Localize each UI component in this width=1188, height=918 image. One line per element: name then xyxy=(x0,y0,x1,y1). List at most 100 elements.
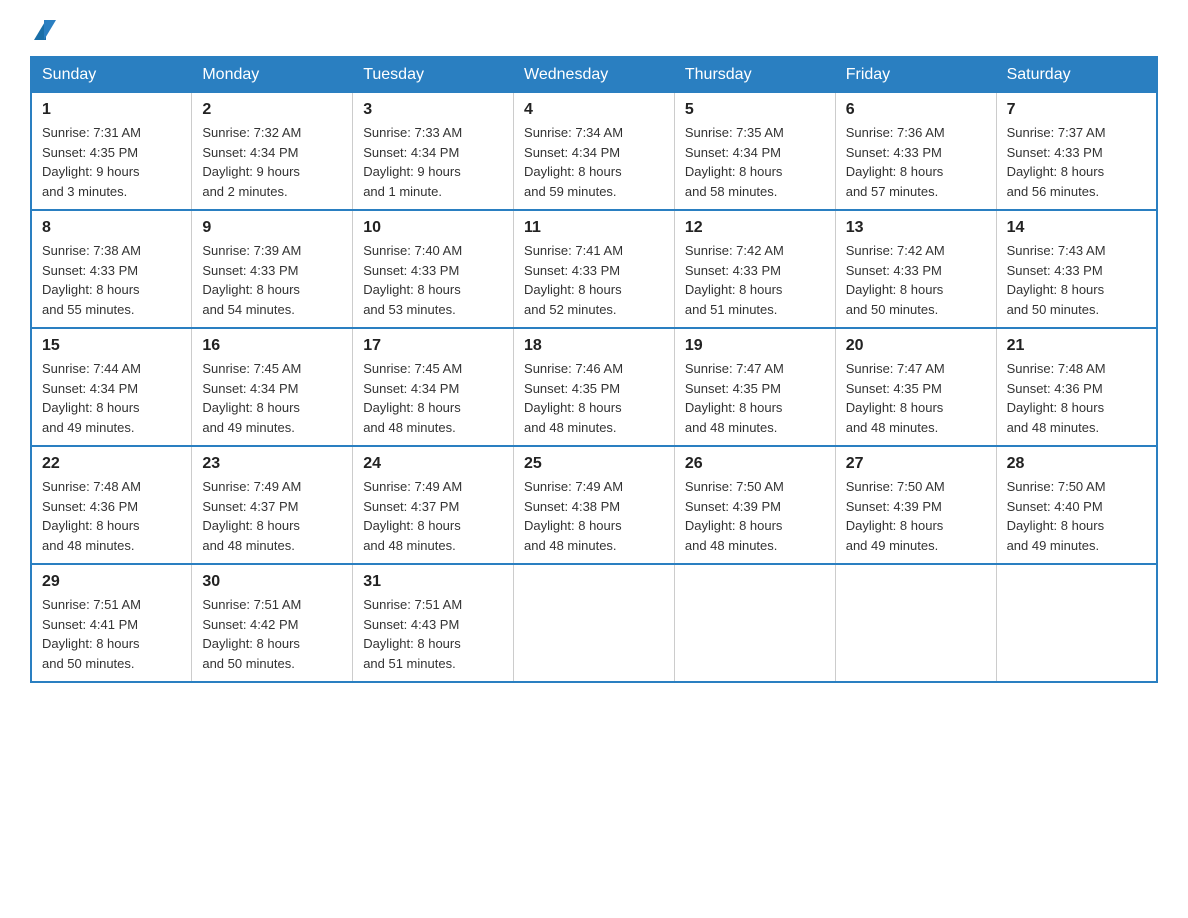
calendar-cell: 5 Sunrise: 7:35 AMSunset: 4:34 PMDayligh… xyxy=(674,93,835,211)
day-info: Sunrise: 7:51 AMSunset: 4:42 PMDaylight:… xyxy=(202,595,342,673)
calendar-cell: 6 Sunrise: 7:36 AMSunset: 4:33 PMDayligh… xyxy=(835,93,996,211)
calendar-cell: 11 Sunrise: 7:41 AMSunset: 4:33 PMDaylig… xyxy=(514,210,675,328)
day-info: Sunrise: 7:38 AMSunset: 4:33 PMDaylight:… xyxy=(42,241,181,319)
day-info: Sunrise: 7:42 AMSunset: 4:33 PMDaylight:… xyxy=(685,241,825,319)
calendar-cell: 4 Sunrise: 7:34 AMSunset: 4:34 PMDayligh… xyxy=(514,93,675,211)
day-number: 6 xyxy=(846,101,986,119)
day-number: 12 xyxy=(685,219,825,237)
calendar-cell: 16 Sunrise: 7:45 AMSunset: 4:34 PMDaylig… xyxy=(192,328,353,446)
calendar-cell: 2 Sunrise: 7:32 AMSunset: 4:34 PMDayligh… xyxy=(192,93,353,211)
day-number: 9 xyxy=(202,219,342,237)
calendar-cell: 25 Sunrise: 7:49 AMSunset: 4:38 PMDaylig… xyxy=(514,446,675,564)
day-info: Sunrise: 7:35 AMSunset: 4:34 PMDaylight:… xyxy=(685,123,825,201)
day-info: Sunrise: 7:32 AMSunset: 4:34 PMDaylight:… xyxy=(202,123,342,201)
day-info: Sunrise: 7:49 AMSunset: 4:37 PMDaylight:… xyxy=(202,477,342,555)
calendar-cell: 15 Sunrise: 7:44 AMSunset: 4:34 PMDaylig… xyxy=(31,328,192,446)
day-info: Sunrise: 7:47 AMSunset: 4:35 PMDaylight:… xyxy=(685,359,825,437)
calendar-cell: 27 Sunrise: 7:50 AMSunset: 4:39 PMDaylig… xyxy=(835,446,996,564)
weekday-header-wednesday: Wednesday xyxy=(514,57,675,93)
day-info: Sunrise: 7:47 AMSunset: 4:35 PMDaylight:… xyxy=(846,359,986,437)
day-info: Sunrise: 7:40 AMSunset: 4:33 PMDaylight:… xyxy=(363,241,503,319)
calendar-cell xyxy=(996,564,1157,682)
day-info: Sunrise: 7:36 AMSunset: 4:33 PMDaylight:… xyxy=(846,123,986,201)
calendar-table: SundayMondayTuesdayWednesdayThursdayFrid… xyxy=(30,56,1158,683)
calendar-cell: 23 Sunrise: 7:49 AMSunset: 4:37 PMDaylig… xyxy=(192,446,353,564)
calendar-week-row: 8 Sunrise: 7:38 AMSunset: 4:33 PMDayligh… xyxy=(31,210,1157,328)
calendar-cell: 20 Sunrise: 7:47 AMSunset: 4:35 PMDaylig… xyxy=(835,328,996,446)
day-info: Sunrise: 7:51 AMSunset: 4:41 PMDaylight:… xyxy=(42,595,181,673)
calendar-week-row: 1 Sunrise: 7:31 AMSunset: 4:35 PMDayligh… xyxy=(31,93,1157,211)
calendar-cell: 7 Sunrise: 7:37 AMSunset: 4:33 PMDayligh… xyxy=(996,93,1157,211)
calendar-cell: 19 Sunrise: 7:47 AMSunset: 4:35 PMDaylig… xyxy=(674,328,835,446)
weekday-header-saturday: Saturday xyxy=(996,57,1157,93)
day-number: 7 xyxy=(1007,101,1146,119)
day-info: Sunrise: 7:41 AMSunset: 4:33 PMDaylight:… xyxy=(524,241,664,319)
weekday-header-friday: Friday xyxy=(835,57,996,93)
calendar-cell: 28 Sunrise: 7:50 AMSunset: 4:40 PMDaylig… xyxy=(996,446,1157,564)
day-number: 8 xyxy=(42,219,181,237)
calendar-cell: 26 Sunrise: 7:50 AMSunset: 4:39 PMDaylig… xyxy=(674,446,835,564)
day-number: 4 xyxy=(524,101,664,119)
day-number: 2 xyxy=(202,101,342,119)
calendar-cell xyxy=(514,564,675,682)
weekday-header-monday: Monday xyxy=(192,57,353,93)
day-info: Sunrise: 7:31 AMSunset: 4:35 PMDaylight:… xyxy=(42,123,181,201)
day-info: Sunrise: 7:43 AMSunset: 4:33 PMDaylight:… xyxy=(1007,241,1146,319)
day-number: 10 xyxy=(363,219,503,237)
day-number: 14 xyxy=(1007,219,1146,237)
calendar-cell: 12 Sunrise: 7:42 AMSunset: 4:33 PMDaylig… xyxy=(674,210,835,328)
day-number: 30 xyxy=(202,573,342,591)
day-number: 18 xyxy=(524,337,664,355)
day-number: 20 xyxy=(846,337,986,355)
day-number: 16 xyxy=(202,337,342,355)
day-info: Sunrise: 7:34 AMSunset: 4:34 PMDaylight:… xyxy=(524,123,664,201)
calendar-cell: 1 Sunrise: 7:31 AMSunset: 4:35 PMDayligh… xyxy=(31,93,192,211)
calendar-cell: 14 Sunrise: 7:43 AMSunset: 4:33 PMDaylig… xyxy=(996,210,1157,328)
day-number: 1 xyxy=(42,101,181,119)
calendar-cell: 3 Sunrise: 7:33 AMSunset: 4:34 PMDayligh… xyxy=(353,93,514,211)
calendar-week-row: 29 Sunrise: 7:51 AMSunset: 4:41 PMDaylig… xyxy=(31,564,1157,682)
calendar-cell: 21 Sunrise: 7:48 AMSunset: 4:36 PMDaylig… xyxy=(996,328,1157,446)
day-number: 15 xyxy=(42,337,181,355)
day-number: 21 xyxy=(1007,337,1146,355)
calendar-week-row: 15 Sunrise: 7:44 AMSunset: 4:34 PMDaylig… xyxy=(31,328,1157,446)
weekday-header-sunday: Sunday xyxy=(31,57,192,93)
calendar-week-row: 22 Sunrise: 7:48 AMSunset: 4:36 PMDaylig… xyxy=(31,446,1157,564)
day-info: Sunrise: 7:48 AMSunset: 4:36 PMDaylight:… xyxy=(1007,359,1146,437)
day-info: Sunrise: 7:42 AMSunset: 4:33 PMDaylight:… xyxy=(846,241,986,319)
calendar-cell: 18 Sunrise: 7:46 AMSunset: 4:35 PMDaylig… xyxy=(514,328,675,446)
day-info: Sunrise: 7:37 AMSunset: 4:33 PMDaylight:… xyxy=(1007,123,1146,201)
day-number: 31 xyxy=(363,573,503,591)
weekday-header-row: SundayMondayTuesdayWednesdayThursdayFrid… xyxy=(31,57,1157,93)
calendar-cell: 29 Sunrise: 7:51 AMSunset: 4:41 PMDaylig… xyxy=(31,564,192,682)
day-info: Sunrise: 7:49 AMSunset: 4:38 PMDaylight:… xyxy=(524,477,664,555)
day-number: 29 xyxy=(42,573,181,591)
day-number: 24 xyxy=(363,455,503,473)
day-number: 11 xyxy=(524,219,664,237)
day-number: 26 xyxy=(685,455,825,473)
calendar-cell: 9 Sunrise: 7:39 AMSunset: 4:33 PMDayligh… xyxy=(192,210,353,328)
day-info: Sunrise: 7:33 AMSunset: 4:34 PMDaylight:… xyxy=(363,123,503,201)
calendar-cell xyxy=(835,564,996,682)
weekday-header-thursday: Thursday xyxy=(674,57,835,93)
day-number: 3 xyxy=(363,101,503,119)
day-info: Sunrise: 7:46 AMSunset: 4:35 PMDaylight:… xyxy=(524,359,664,437)
calendar-cell: 10 Sunrise: 7:40 AMSunset: 4:33 PMDaylig… xyxy=(353,210,514,328)
calendar-cell: 8 Sunrise: 7:38 AMSunset: 4:33 PMDayligh… xyxy=(31,210,192,328)
calendar-cell: 31 Sunrise: 7:51 AMSunset: 4:43 PMDaylig… xyxy=(353,564,514,682)
day-number: 23 xyxy=(202,455,342,473)
day-info: Sunrise: 7:48 AMSunset: 4:36 PMDaylight:… xyxy=(42,477,181,555)
calendar-cell: 30 Sunrise: 7:51 AMSunset: 4:42 PMDaylig… xyxy=(192,564,353,682)
calendar-cell: 13 Sunrise: 7:42 AMSunset: 4:33 PMDaylig… xyxy=(835,210,996,328)
day-info: Sunrise: 7:39 AMSunset: 4:33 PMDaylight:… xyxy=(202,241,342,319)
day-number: 28 xyxy=(1007,455,1146,473)
day-number: 19 xyxy=(685,337,825,355)
weekday-header-tuesday: Tuesday xyxy=(353,57,514,93)
day-info: Sunrise: 7:45 AMSunset: 4:34 PMDaylight:… xyxy=(363,359,503,437)
calendar-cell: 17 Sunrise: 7:45 AMSunset: 4:34 PMDaylig… xyxy=(353,328,514,446)
day-info: Sunrise: 7:44 AMSunset: 4:34 PMDaylight:… xyxy=(42,359,181,437)
day-info: Sunrise: 7:49 AMSunset: 4:37 PMDaylight:… xyxy=(363,477,503,555)
day-info: Sunrise: 7:50 AMSunset: 4:39 PMDaylight:… xyxy=(685,477,825,555)
day-number: 22 xyxy=(42,455,181,473)
day-info: Sunrise: 7:45 AMSunset: 4:34 PMDaylight:… xyxy=(202,359,342,437)
